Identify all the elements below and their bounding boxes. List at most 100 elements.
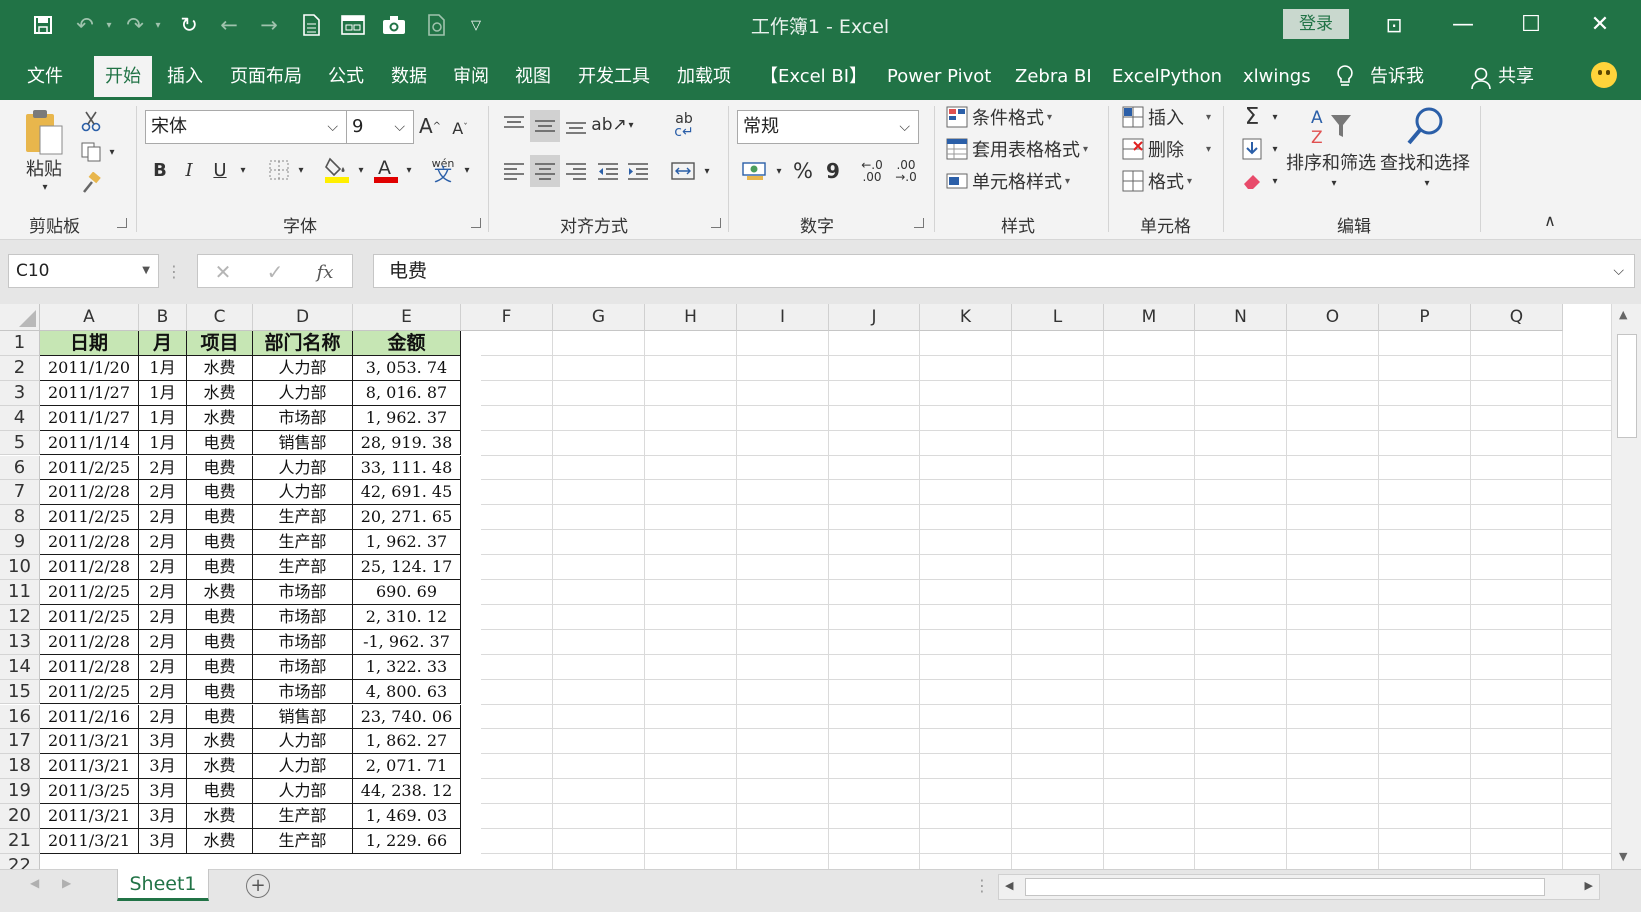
table-cell[interactable]: 8, 016. 87: [353, 380, 461, 406]
sheet-tab-sheet1[interactable]: Sheet1: [117, 869, 209, 901]
find-select-label[interactable]: 查找和选择: [1380, 150, 1470, 174]
table-header-cell[interactable]: 日期: [40, 331, 139, 356]
row-header[interactable]: 14: [0, 654, 40, 680]
table-cell[interactable]: 42, 691. 45: [353, 480, 461, 506]
underline-button[interactable]: U: [208, 156, 232, 184]
table-cell[interactable]: 水费: [187, 405, 253, 431]
collapse-ribbon-icon[interactable]: ∧: [1540, 210, 1560, 230]
table-cell[interactable]: 4, 800. 63: [353, 679, 461, 705]
phonetic-dropdown-icon[interactable]: ▾: [460, 156, 474, 184]
table-cell[interactable]: 2011/2/28: [40, 530, 139, 556]
row-header[interactable]: 6: [0, 455, 40, 481]
column-header-m[interactable]: M: [1104, 304, 1195, 331]
row-header[interactable]: 13: [0, 629, 40, 655]
row-header[interactable]: 15: [0, 679, 40, 705]
table-cell[interactable]: 3, 053. 74: [353, 355, 461, 381]
table-cell[interactable]: 20, 271. 65: [353, 505, 461, 531]
decrease-indent-icon[interactable]: [594, 155, 622, 187]
tab-xlwings[interactable]: xlwings: [1243, 60, 1311, 94]
table-header-cell[interactable]: 项目: [187, 331, 253, 356]
table-cell[interactable]: 2月: [139, 530, 187, 556]
table-cell[interactable]: 人力部: [253, 729, 353, 755]
table-cell[interactable]: 市场部: [253, 629, 353, 655]
table-cell[interactable]: 电费: [187, 779, 253, 805]
table-cell[interactable]: 2011/3/21: [40, 754, 139, 780]
feedback-smiley-icon[interactable]: [1591, 62, 1617, 88]
row-header[interactable]: 17: [0, 729, 40, 755]
paste-dropdown-icon[interactable]: ▾: [38, 180, 52, 194]
table-cell[interactable]: 3月: [139, 804, 187, 829]
orientation-dropdown-icon[interactable]: ▾: [624, 110, 638, 140]
name-box-dropdown-icon[interactable]: ▼: [142, 255, 150, 287]
table-cell[interactable]: 2月: [139, 604, 187, 630]
table-cell[interactable]: 2011/3/25: [40, 779, 139, 805]
table-cell[interactable]: 生产部: [253, 555, 353, 580]
horizontal-scrollbar[interactable]: ◀ ▶: [998, 874, 1600, 900]
table-cell[interactable]: 2011/1/20: [40, 355, 139, 381]
font-size-select[interactable]: 9 ⌵: [346, 110, 414, 144]
clear-eraser-icon[interactable]: [1238, 166, 1266, 196]
table-cell[interactable]: 市场部: [253, 679, 353, 705]
column-header-f[interactable]: F: [461, 304, 553, 331]
row-header[interactable]: 20: [0, 804, 40, 829]
column-header-k[interactable]: K: [920, 304, 1012, 331]
table-cell[interactable]: 2011/1/14: [40, 430, 139, 456]
table-cell[interactable]: 水费: [187, 580, 253, 605]
table-cell[interactable]: 水费: [187, 754, 253, 780]
table-cell[interactable]: 2011/2/25: [40, 679, 139, 705]
table-cell[interactable]: 2月: [139, 704, 187, 730]
close-button[interactable]: ✕: [1580, 8, 1620, 42]
login-button[interactable]: 登录: [1283, 9, 1349, 39]
table-cell[interactable]: 水费: [187, 355, 253, 381]
row-header[interactable]: 2: [0, 355, 40, 381]
table-cell[interactable]: 2月: [139, 580, 187, 605]
column-header-g[interactable]: G: [553, 304, 645, 331]
save-icon[interactable]: [28, 9, 58, 41]
font-name-select[interactable]: 宋体 ⌵: [145, 110, 347, 144]
table-cell[interactable]: 2011/2/28: [40, 654, 139, 680]
table-cell[interactable]: 1, 322. 33: [353, 654, 461, 680]
table-cell[interactable]: 市场部: [253, 604, 353, 630]
worksheet-grid[interactable]: ABCDEFGHIJKLMNOPQ 1 2 3 4 5 6 7 8 9 10 11 12 13 14 15 1…: [0, 304, 1641, 869]
column-header-a[interactable]: A: [40, 304, 139, 331]
column-header-h[interactable]: H: [645, 304, 737, 331]
table-cell[interactable]: 2, 310. 12: [353, 604, 461, 630]
row-header[interactable]: 10: [0, 555, 40, 580]
row-header[interactable]: 9: [0, 530, 40, 556]
sync-document-icon[interactable]: [422, 9, 452, 41]
table-cell[interactable]: 人力部: [253, 380, 353, 406]
number-format-select[interactable]: 常规 ⌵: [737, 110, 919, 144]
table-cell[interactable]: 2月: [139, 654, 187, 680]
cancel-icon[interactable]: ✕: [208, 257, 238, 287]
next-sheet-icon[interactable]: ▶: [62, 876, 71, 890]
undo-dropdown-icon[interactable]: ▾: [101, 9, 117, 41]
ribbon-display-options-icon[interactable]: ⊡: [1374, 8, 1414, 42]
formula-input[interactable]: 电费 ⌵: [373, 254, 1635, 288]
clipboard-launcher-icon[interactable]: [117, 218, 127, 228]
split-handle-icon[interactable]: ⋮: [974, 876, 990, 895]
paste-label[interactable]: 粘贴: [20, 156, 68, 180]
table-cell[interactable]: 水费: [187, 829, 253, 854]
increase-indent-icon[interactable]: [624, 155, 652, 187]
table-cell[interactable]: -1, 962. 37: [353, 629, 461, 655]
table-cell[interactable]: 电费: [187, 480, 253, 506]
italic-button[interactable]: I: [177, 156, 201, 184]
redo-icon[interactable]: ↷: [120, 9, 150, 41]
fill-color-icon[interactable]: [322, 154, 352, 184]
table-cell[interactable]: 电费: [187, 654, 253, 680]
table-cell[interactable]: 23, 740. 06: [353, 704, 461, 730]
insert-function-button[interactable]: fx: [310, 257, 340, 287]
fill-color-dropdown-icon[interactable]: ▾: [354, 156, 368, 184]
table-cell[interactable]: 人力部: [253, 779, 353, 805]
format-cells-button[interactable]: 格式 ▾: [1122, 166, 1192, 196]
undo-icon[interactable]: ↶: [70, 9, 100, 41]
table-cell[interactable]: 2011/3/21: [40, 729, 139, 755]
sort-filter-dropdown-icon[interactable]: ▾: [1327, 176, 1341, 190]
table-cell[interactable]: 1月: [139, 430, 187, 456]
increase-decimal-icon[interactable]: ←.0.00: [856, 155, 888, 187]
table-cell[interactable]: 2011/2/16: [40, 704, 139, 730]
table-cell[interactable]: 人力部: [253, 355, 353, 381]
find-select-dropdown-icon[interactable]: ▾: [1420, 176, 1434, 190]
table-cell[interactable]: 1月: [139, 405, 187, 431]
align-middle-icon[interactable]: [530, 110, 560, 142]
